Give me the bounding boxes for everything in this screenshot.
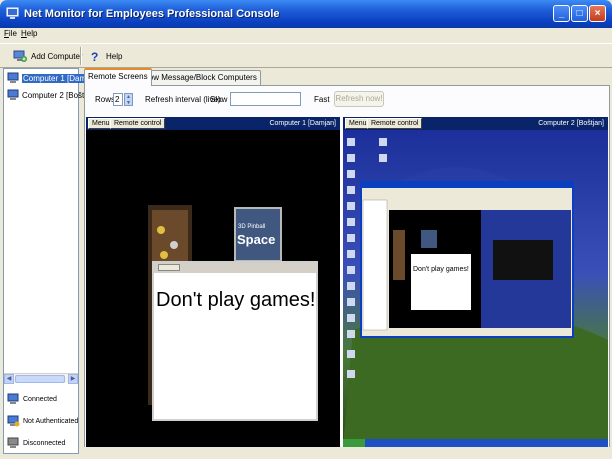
help-label: Help xyxy=(106,51,123,61)
question-mark-icon: ? xyxy=(91,50,98,63)
add-computer-button[interactable]: Add Computer xyxy=(13,48,83,64)
scroll-left-icon[interactable]: ◀ xyxy=(4,374,14,384)
remote-screen-1[interactable]: Menu Remote control Computer 1 [Damjan] … xyxy=(86,117,340,447)
screen-header: Menu Remote control Computer 2 [Boštjan] xyxy=(343,117,608,130)
fast-label: Fast xyxy=(314,95,330,104)
status-bar xyxy=(84,447,610,456)
legend-disconnected: Disconnected xyxy=(7,435,65,451)
add-computer-label: Add Computer xyxy=(31,51,83,61)
tab-show-message-block[interactable]: Show Message/Block Computers xyxy=(135,70,261,85)
message-window-tab[interactable] xyxy=(158,264,180,271)
remote-control-button[interactable]: Remote control xyxy=(110,118,166,129)
tab-remote-screens[interactable]: Remote Screens xyxy=(84,68,152,86)
message-window-titlebar xyxy=(154,263,316,273)
slow-label: Slow xyxy=(210,95,228,104)
legend-connected: Connected xyxy=(7,391,57,407)
close-button[interactable]: × xyxy=(589,5,606,22)
game-logo-text: 3D Pinball xyxy=(238,224,265,230)
maximize-button[interactable]: □ xyxy=(571,5,588,22)
svg-text:Space: Space xyxy=(237,232,275,247)
horizontal-scrollbar[interactable]: ◀ ▶ xyxy=(4,373,78,384)
remote-desktop-image: Don't play games! xyxy=(343,130,608,447)
computer-list-panel: Computer 1 [Damjan] Computer 2 [Boštjan]… xyxy=(3,68,101,454)
help-button[interactable]: ? Help xyxy=(88,48,122,64)
scroll-right-icon[interactable]: ▶ xyxy=(68,374,78,384)
toolbar: Add Computer ? Help xyxy=(0,43,612,68)
computer-not-authenticated-icon xyxy=(7,415,20,426)
computer-connected-icon xyxy=(7,393,19,404)
computer-icon xyxy=(7,89,19,100)
screen-computer-name: Computer 1 [Damjan] xyxy=(269,120,336,127)
remote-control-button[interactable]: Remote control xyxy=(367,118,423,129)
screen-header: Menu Remote control Computer 1 [Damjan] xyxy=(86,117,340,130)
spin-down-icon[interactable]: ▼ xyxy=(125,100,132,106)
message-window[interactable]: Don't play games! xyxy=(152,261,318,421)
toolbar-separator xyxy=(80,47,82,65)
rows-spinner[interactable]: ▲ ▼ xyxy=(124,93,133,106)
computer-plus-icon xyxy=(13,50,27,62)
menu-bar: File Help xyxy=(0,28,612,42)
computer-disconnected-icon xyxy=(7,437,19,448)
computer-icon xyxy=(7,72,19,83)
minimize-button[interactable]: _ xyxy=(553,5,570,22)
menu-help[interactable]: Help xyxy=(21,29,37,38)
remote-screen-2[interactable]: Menu Remote control Computer 2 [Boštjan] xyxy=(343,117,608,447)
nested-message-text: Don't play games! xyxy=(413,266,469,273)
refresh-interval-field[interactable] xyxy=(230,92,301,106)
window-title: Net Monitor for Employees Professional C… xyxy=(24,8,280,20)
scroll-thumb[interactable] xyxy=(15,375,65,383)
screen-computer-name: Computer 2 [Boštjan] xyxy=(538,120,604,127)
tab-strip: Remote Screens Show Message/Block Comput… xyxy=(84,68,610,86)
menu-file[interactable]: File xyxy=(4,29,17,38)
app-icon xyxy=(6,7,19,19)
message-text: Don't play games! xyxy=(156,289,316,311)
svg-text:?: ? xyxy=(91,50,98,63)
rows-input[interactable]: 2 xyxy=(113,93,123,106)
legend-not-authenticated: Not Authenticated xyxy=(7,413,78,429)
refresh-now-button[interactable]: Refresh now! xyxy=(334,91,384,107)
title-bar[interactable]: Net Monitor for Employees Professional C… xyxy=(0,0,612,28)
